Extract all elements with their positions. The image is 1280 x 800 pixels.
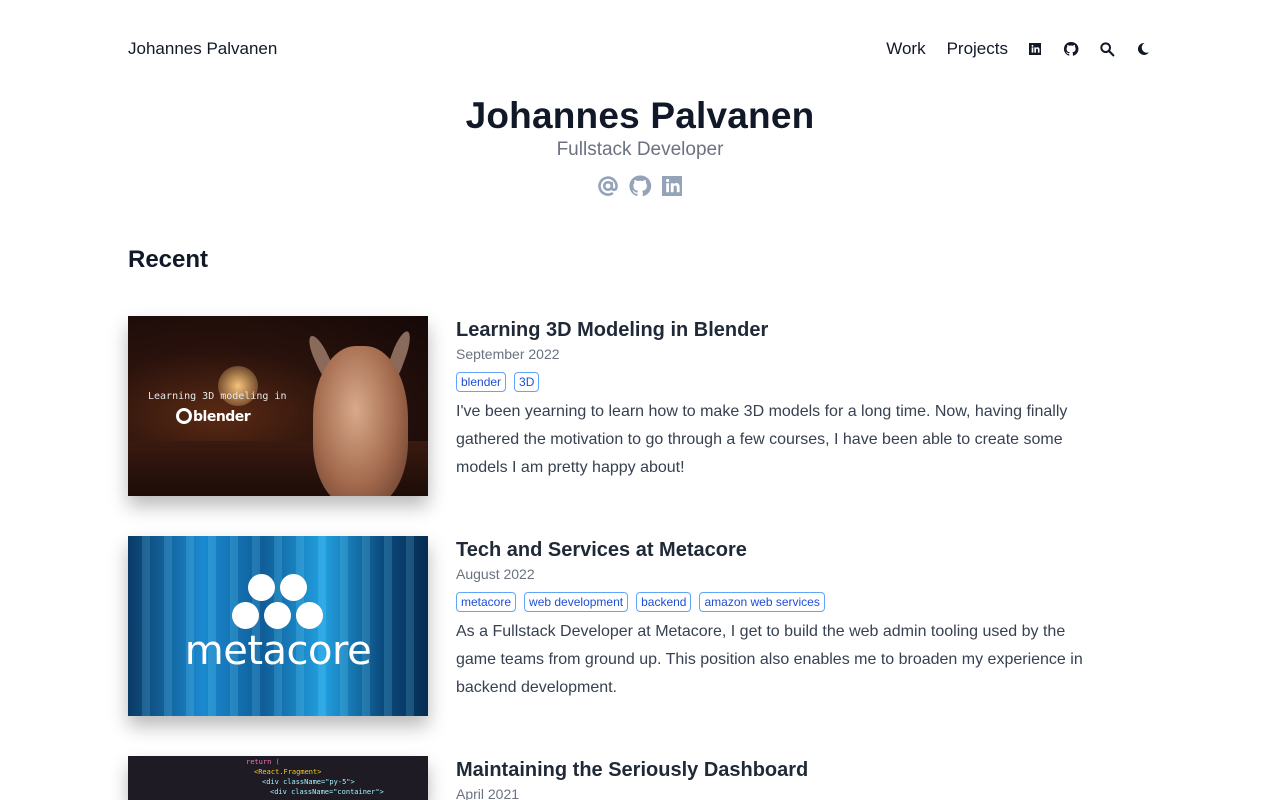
hero-section: Johannes Palvanen Fullstack Developer xyxy=(0,95,1280,198)
post-body: Learning 3D Modeling in Blender Septembe… xyxy=(456,316,1106,496)
site-brand-link[interactable]: Johannes Palvanen xyxy=(128,39,277,59)
at-sign-icon[interactable] xyxy=(596,174,620,198)
post-title-link[interactable]: Tech and Services at Metacore xyxy=(456,536,1106,564)
tag-web-development[interactable]: web development xyxy=(524,592,629,612)
tag-blender[interactable]: blender xyxy=(456,372,507,392)
post-card: Learning 3D modeling in blender Learning… xyxy=(128,316,1128,496)
code-line: return ( xyxy=(246,758,280,766)
moon-icon[interactable] xyxy=(1134,40,1152,58)
post-excerpt: As a Fullstack Developer at Metacore, I … xyxy=(456,623,1083,696)
linkedin-icon[interactable] xyxy=(1026,40,1044,58)
post-date: August 2022 xyxy=(456,566,535,582)
post-tags: metacore web development backend amazon … xyxy=(456,592,1106,612)
metacore-logo-mark xyxy=(232,574,323,632)
thumbnail-character xyxy=(313,346,408,496)
post-card: metacore Tech and Services at Metacore A… xyxy=(128,536,1128,716)
code-line: <React.Fragment> xyxy=(254,768,322,776)
post-body: Maintaining the Seriously Dashboard Apri… xyxy=(456,756,1106,800)
post-date: September 2022 xyxy=(456,346,560,362)
thumbnail-caption: Learning 3D modeling in xyxy=(148,391,287,402)
recent-section-title: Recent xyxy=(128,246,209,273)
tag-amazon-web-services[interactable]: amazon web services xyxy=(699,592,825,612)
post-thumbnail[interactable]: metacore xyxy=(128,536,428,716)
hero-role: Fullstack Developer xyxy=(556,139,724,160)
github-icon[interactable] xyxy=(1062,40,1080,58)
github-icon[interactable] xyxy=(628,174,652,198)
tag-backend[interactable]: backend xyxy=(636,592,692,612)
post-thumbnail[interactable]: return ( <React.Fragment> <div className… xyxy=(128,756,428,800)
hero-name: Johannes Palvanen xyxy=(465,95,815,136)
main-nav: Work Projects xyxy=(865,39,1152,59)
search-icon[interactable] xyxy=(1098,40,1116,58)
linkedin-icon[interactable] xyxy=(660,174,684,198)
metacore-logo-text: metacore xyxy=(184,628,372,674)
social-links xyxy=(0,174,1280,198)
nav-work-link[interactable]: Work xyxy=(886,39,925,59)
post-card: return ( <React.Fragment> <div className… xyxy=(128,756,1128,800)
top-navigation: Johannes Palvanen Work Projects xyxy=(128,34,1152,64)
post-body: Tech and Services at Metacore August 202… xyxy=(456,536,1106,716)
nav-projects-link[interactable]: Projects xyxy=(947,39,1008,59)
post-date: April 2021 xyxy=(456,786,520,800)
blender-logo-text: blender xyxy=(193,409,251,425)
post-thumbnail[interactable]: Learning 3D modeling in blender xyxy=(128,316,428,496)
tag-3d[interactable]: 3D xyxy=(514,372,540,392)
blender-logo: blender xyxy=(176,408,251,425)
code-line: <div className="container"> xyxy=(270,788,384,796)
post-tags: blender 3D xyxy=(456,372,1106,392)
code-line: <div className="py-5"> xyxy=(262,778,355,786)
post-title-link[interactable]: Maintaining the Seriously Dashboard xyxy=(456,756,1106,784)
post-title-link[interactable]: Learning 3D Modeling in Blender xyxy=(456,316,1106,344)
post-excerpt: I've been yearning to learn how to make … xyxy=(456,403,1068,476)
tag-metacore[interactable]: metacore xyxy=(456,592,517,612)
